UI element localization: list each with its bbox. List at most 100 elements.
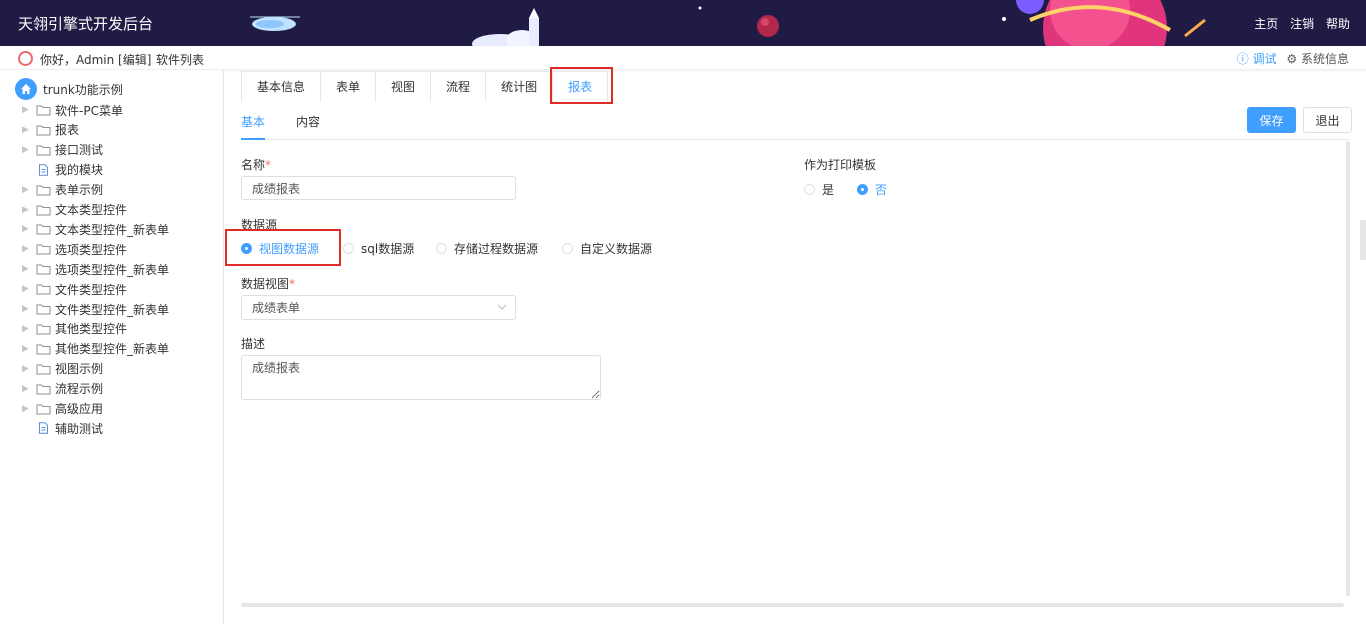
- tab-view[interactable]: 视图: [376, 72, 432, 102]
- tree-item[interactable]: ▶ 其他类型控件: [22, 319, 127, 339]
- save-button[interactable]: 保存: [1247, 107, 1296, 133]
- tree-item[interactable]: ▶ 文本类型控件_新表单: [22, 219, 169, 239]
- tree-item-label: 软件-PC菜单: [55, 103, 123, 118]
- datasource-sql-label: sql数据源: [361, 242, 415, 256]
- tree-item[interactable]: ▶ 文本类型控件: [22, 200, 127, 220]
- tab-report[interactable]: 报表: [553, 72, 607, 102]
- top-header: 天翎引擎式开发后台 主页 注销 帮助: [0, 0, 1366, 46]
- folder-icon: [36, 144, 51, 156]
- caret-right-icon[interactable]: ▶: [22, 244, 36, 254]
- user-greeting[interactable]: 你好，Admin [编辑]: [40, 51, 151, 68]
- tree-item-label: 表单示例: [55, 183, 104, 198]
- name-input[interactable]: [241, 176, 516, 200]
- folder-icon: [36, 223, 51, 235]
- folder-icon: [36, 303, 51, 315]
- tree-item[interactable]: ▶ 报表: [22, 120, 79, 140]
- caret-right-icon[interactable]: ▶: [22, 205, 36, 215]
- tab-flow[interactable]: 流程: [431, 72, 487, 102]
- exit-button[interactable]: 退出: [1303, 107, 1352, 133]
- description-label: 描述: [241, 337, 266, 351]
- radio-circle-selected: [857, 184, 868, 195]
- required-mark: *: [265, 158, 272, 172]
- tree-item-label: 高级应用: [55, 402, 104, 416]
- sub-tabs: 基本 内容: [241, 104, 1350, 140]
- caret-right-icon[interactable]: ▶: [22, 364, 36, 374]
- logout-link[interactable]: 注销: [1290, 17, 1314, 31]
- vertical-scrollbar[interactable]: [1346, 141, 1350, 596]
- caret-right-icon[interactable]: ▶: [22, 404, 36, 414]
- caret-right-icon[interactable]: ▶: [22, 224, 36, 234]
- tree-item[interactable]: ▶ 视图示例: [22, 359, 103, 379]
- folder-icon: [36, 263, 51, 275]
- caret-right-icon[interactable]: ▶: [22, 304, 36, 314]
- folder-icon: [36, 403, 51, 415]
- tree-item-label: 选项类型控件_新表单: [55, 262, 170, 277]
- caret-right-icon[interactable]: ▶: [22, 344, 36, 354]
- tree-item[interactable]: ▶ 流程示例: [22, 379, 103, 399]
- tree-item-label: 报表: [55, 123, 80, 138]
- tree-item[interactable]: ▶ 表单示例: [22, 180, 103, 200]
- debug-link[interactable]: ⓘ 调试: [1237, 52, 1277, 66]
- datasource-procedure-label: 存储过程数据源: [454, 242, 539, 256]
- tab-form[interactable]: 表单: [321, 72, 377, 102]
- tab-basic-info[interactable]: 基本信息: [242, 72, 322, 102]
- tree-item-label: 文本类型控件_新表单: [55, 222, 170, 237]
- tree-item-label: 辅助测试: [55, 421, 104, 436]
- tree-root[interactable]: trunk功能示例: [15, 78, 123, 100]
- tree-item[interactable]: ▶ 其他类型控件_新表单: [22, 339, 169, 359]
- horizontal-scrollbar[interactable]: [241, 603, 1344, 607]
- dataview-select[interactable]: [241, 295, 516, 320]
- required-mark: *: [289, 277, 296, 291]
- tree-item[interactable]: ▶ 文件类型控件: [22, 279, 127, 299]
- tree-item-label: 流程示例: [55, 382, 104, 397]
- folder-icon: [36, 124, 51, 136]
- folder-icon: [36, 343, 51, 355]
- tab-chart[interactable]: 统计图: [486, 72, 554, 102]
- name-label-text: 名称: [241, 158, 266, 172]
- tree-item[interactable]: ▶ 软件-PC菜单: [22, 100, 123, 120]
- datasource-view[interactable]: 视图数据源: [241, 240, 319, 257]
- caret-right-icon[interactable]: ▶: [22, 125, 36, 135]
- caret-right-icon[interactable]: ▶: [22, 384, 36, 394]
- datasource-custom[interactable]: 自定义数据源: [562, 240, 652, 257]
- caret-right-icon[interactable]: ▶: [22, 145, 36, 155]
- description-textarea[interactable]: 成绩报表: [241, 355, 601, 400]
- caret-right-icon[interactable]: ▶: [22, 284, 36, 294]
- folder-icon: [36, 283, 51, 295]
- caret-right-icon[interactable]: ▶: [22, 105, 36, 115]
- header-decoration: [250, 0, 1206, 46]
- dataview-label: 数据视图*: [241, 275, 295, 292]
- page-scrollbar[interactable]: [1360, 220, 1366, 260]
- help-link[interactable]: 帮助: [1326, 17, 1350, 31]
- tree-item-label: 选项类型控件: [55, 242, 128, 257]
- tree-item[interactable]: ▶ 选项类型控件: [22, 239, 127, 259]
- subtab-basic[interactable]: 基本: [241, 113, 265, 130]
- subtab-content[interactable]: 内容: [296, 113, 320, 130]
- tree-item[interactable]: ▶辅助测试: [22, 418, 103, 438]
- print-option-no[interactable]: 否: [857, 181, 887, 198]
- tree-item-label: 其他类型控件: [55, 322, 128, 337]
- tree-item[interactable]: ▶ 接口测试: [22, 140, 103, 160]
- tree-root-label: trunk功能示例: [43, 82, 123, 97]
- tree-item-label: 视图示例: [55, 362, 104, 377]
- file-icon: [36, 422, 51, 435]
- subtab-active-indicator: [241, 138, 265, 140]
- home-link[interactable]: 主页: [1254, 17, 1278, 31]
- print-template-label: 作为打印模板: [804, 158, 877, 172]
- print-option-no-label: 否: [875, 183, 888, 197]
- subbar-actions: ⓘ 调试 ⚙ 系统信息: [1237, 50, 1349, 67]
- print-option-yes[interactable]: 是: [804, 181, 834, 198]
- tree-item[interactable]: ▶ 选项类型控件_新表单: [22, 259, 169, 279]
- datasource-procedure[interactable]: 存储过程数据源: [436, 240, 538, 257]
- tree-item[interactable]: ▶ 高级应用: [22, 399, 103, 419]
- datasource-sql[interactable]: sql数据源: [343, 240, 414, 257]
- folder-icon: [36, 204, 51, 216]
- caret-right-icon[interactable]: ▶: [22, 264, 36, 274]
- caret-right-icon[interactable]: ▶: [22, 185, 36, 195]
- caret-right-icon[interactable]: ▶: [22, 324, 36, 334]
- datasource-label: 数据源: [241, 218, 278, 232]
- software-list-link[interactable]: 软件列表: [156, 51, 204, 68]
- system-info-link[interactable]: ⚙ 系统信息: [1286, 52, 1349, 66]
- tree-item[interactable]: ▶我的模块: [22, 160, 103, 180]
- tree-item[interactable]: ▶ 文件类型控件_新表单: [22, 299, 169, 319]
